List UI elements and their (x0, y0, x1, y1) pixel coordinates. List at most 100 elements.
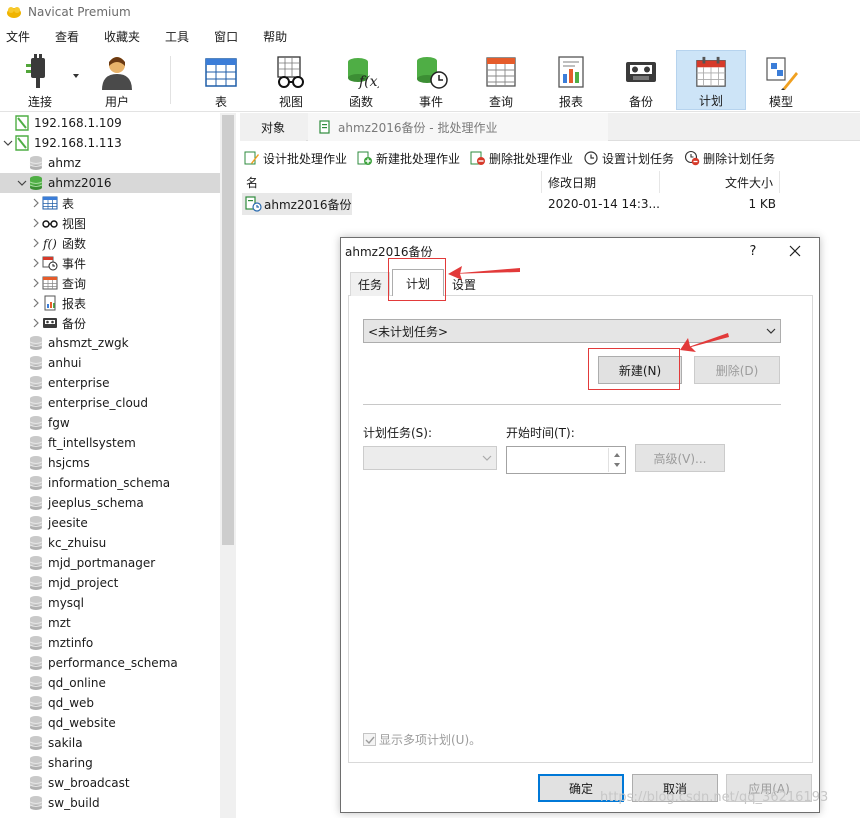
menu-item-5[interactable]: 帮助 (257, 28, 293, 45)
sidebar-scrollbar-thumb[interactable] (222, 115, 234, 545)
sidebar-item-21[interactable]: kc_zhuisu (0, 533, 220, 553)
sidebar-item-7[interactable]: 事件 (0, 253, 220, 273)
sidebar-item-33[interactable]: sw_broadcast (0, 773, 220, 793)
database-icon (29, 716, 43, 730)
checkbox-box[interactable] (363, 733, 376, 746)
menu-item-2[interactable]: 收藏夹 (98, 28, 146, 45)
advanced-button[interactable]: 高级(V)... (635, 444, 725, 472)
sidebar-item-16[interactable]: ft_intellsystem (0, 433, 220, 453)
sidebar-item-26[interactable]: mztinfo (0, 633, 220, 653)
sidebar-item-1[interactable]: 192.168.1.113 (0, 133, 220, 153)
sidebar-item-20[interactable]: jeesite (0, 513, 220, 533)
sidebar-item-30[interactable]: qd_website (0, 713, 220, 733)
menu-item-1[interactable]: 查看 (49, 28, 85, 45)
view-icon (42, 220, 58, 228)
main-toolbar: 连接 用户 表 视图 f(x) 函数 事件 查询 报表 备份 计划 模型 (0, 48, 860, 112)
chevron-right-icon[interactable] (30, 277, 42, 289)
tab-objects[interactable]: 对象 (240, 113, 306, 141)
toolbar-button-7[interactable]: 报表 (536, 50, 606, 110)
sidebar-item-3[interactable]: ahmz2016 (0, 173, 220, 193)
chevron-right-icon[interactable] (30, 297, 42, 309)
database-icon (29, 796, 43, 810)
column-header-modified[interactable]: 修改日期 (542, 171, 660, 193)
sidebar-item-22[interactable]: mjd_portmanager (0, 553, 220, 573)
toolbar-button-2[interactable]: 表 (186, 50, 256, 110)
dialog-tab-settings[interactable]: 设置 (446, 272, 482, 296)
schedule-combo[interactable]: <未计划任务> (363, 319, 781, 343)
sidebar-item-23[interactable]: mjd_project (0, 573, 220, 593)
sidebar-item-9[interactable]: 报表 (0, 293, 220, 313)
sidebar-item-32[interactable]: sharing (0, 753, 220, 773)
toolbar-button-0[interactable]: 连接 (5, 50, 75, 110)
menu-item-3[interactable]: 工具 (159, 28, 195, 45)
object-toolbar-button-4[interactable]: 删除计划任务 (684, 150, 775, 167)
sidebar-item-19[interactable]: jeeplus_schema (0, 493, 220, 513)
sidebar-item-4[interactable]: 表 (0, 193, 220, 213)
dialog-close-button[interactable] (784, 241, 806, 261)
chevron-right-icon[interactable] (30, 237, 42, 249)
chevron-right-icon[interactable] (30, 257, 42, 269)
sidebar-item-5[interactable]: 视图 (0, 213, 220, 233)
menu-item-0[interactable]: 文件 (0, 28, 36, 45)
sidebar-item-12[interactable]: anhui (0, 353, 220, 373)
sidebar-item-28[interactable]: qd_online (0, 673, 220, 693)
chevron-right-icon[interactable] (30, 197, 42, 209)
delete-schedule-button[interactable]: 删除(D) (694, 356, 780, 384)
column-header-size[interactable]: 文件大小 (660, 171, 780, 193)
schedule-clock-icon (584, 151, 598, 165)
start-time-spinner[interactable] (506, 446, 626, 474)
list-item[interactable]: ahmz2016备份 2020-01-14 14:3... 1 KB (240, 193, 860, 215)
object-toolbar-button-2[interactable]: 删除批处理作业 (470, 150, 573, 167)
sidebar-item-29[interactable]: qd_web (0, 693, 220, 713)
toolbar-button-5[interactable]: 事件 (396, 50, 466, 110)
toolbar-button-3[interactable]: 视图 (256, 50, 326, 110)
toolbar-button-8[interactable]: 备份 (606, 50, 676, 110)
object-toolbar-button-3[interactable]: 设置计划任务 (583, 150, 674, 167)
toolbar-button-6[interactable]: 查询 (466, 50, 536, 110)
sidebar-item-14[interactable]: enterprise_cloud (0, 393, 220, 413)
scheduled-task-combo[interactable] (363, 446, 497, 470)
sidebar-item-24[interactable]: mysql (0, 593, 220, 613)
toolbar-button-4[interactable]: f(x) 函数 (326, 50, 396, 110)
spinner-arrows[interactable] (608, 448, 624, 472)
toolbar-button-10[interactable]: 模型 (746, 50, 816, 110)
chevron-down-icon[interactable] (16, 177, 28, 189)
tree-spacer (16, 357, 28, 369)
database-icon (29, 416, 43, 430)
sidebar-item-31[interactable]: sakila (0, 733, 220, 753)
sidebar-item-label: enterprise_cloud (48, 396, 149, 410)
dialog-tab-schedule[interactable]: 计划 (392, 269, 444, 296)
object-toolbar-button-0[interactable]: 设计批处理作业 (244, 150, 347, 167)
show-multiple-schedules-checkbox[interactable]: 显示多项计划(U)。 (363, 731, 481, 748)
column-header-name[interactable]: 名 (240, 171, 542, 193)
dialog-tab-task[interactable]: 任务 (350, 272, 390, 296)
sidebar-item-10[interactable]: 备份 (0, 313, 220, 333)
tree-spacer (16, 577, 28, 589)
chevron-right-icon[interactable] (30, 217, 42, 229)
new-schedule-button[interactable]: 新建(N) (598, 356, 682, 384)
sidebar-item-6[interactable]: f() 函数 (0, 233, 220, 253)
sidebar-item-27[interactable]: performance_schema (0, 653, 220, 673)
menu-item-4[interactable]: 窗口 (208, 28, 244, 45)
sidebar-scrollbar[interactable] (220, 113, 236, 818)
sidebar-item-25[interactable]: mzt (0, 613, 220, 633)
sidebar-item-34[interactable]: sw_build (0, 793, 220, 813)
dialog-help-button[interactable]: ? (744, 241, 762, 261)
toolbar-separator (170, 56, 171, 104)
sidebar-item-13[interactable]: enterprise (0, 373, 220, 393)
object-toolbar-button-1[interactable]: 新建批处理作业 (357, 150, 460, 167)
sidebar-item-17[interactable]: hsjcms (0, 453, 220, 473)
sidebar-item-2[interactable]: ahmz (0, 153, 220, 173)
chevron-right-icon[interactable] (30, 317, 42, 329)
sidebar-item-0[interactable]: 192.168.1.109 (0, 113, 220, 133)
list-item-name-cell[interactable]: ahmz2016备份 (242, 193, 352, 215)
chevron-down-icon[interactable] (2, 137, 14, 149)
tab-batch-job[interactable]: ahmz2016备份 - 批处理作业 (308, 113, 608, 141)
toolbar-button-9[interactable]: 计划 (676, 50, 746, 110)
toolbar-button-1[interactable]: 用户 (82, 50, 152, 110)
sidebar-item-18[interactable]: information_schema (0, 473, 220, 493)
sidebar-item-11[interactable]: ahsmzt_zwgk (0, 333, 220, 353)
plug-icon (26, 54, 45, 88)
sidebar-item-15[interactable]: fgw (0, 413, 220, 433)
sidebar-item-8[interactable]: 查询 (0, 273, 220, 293)
